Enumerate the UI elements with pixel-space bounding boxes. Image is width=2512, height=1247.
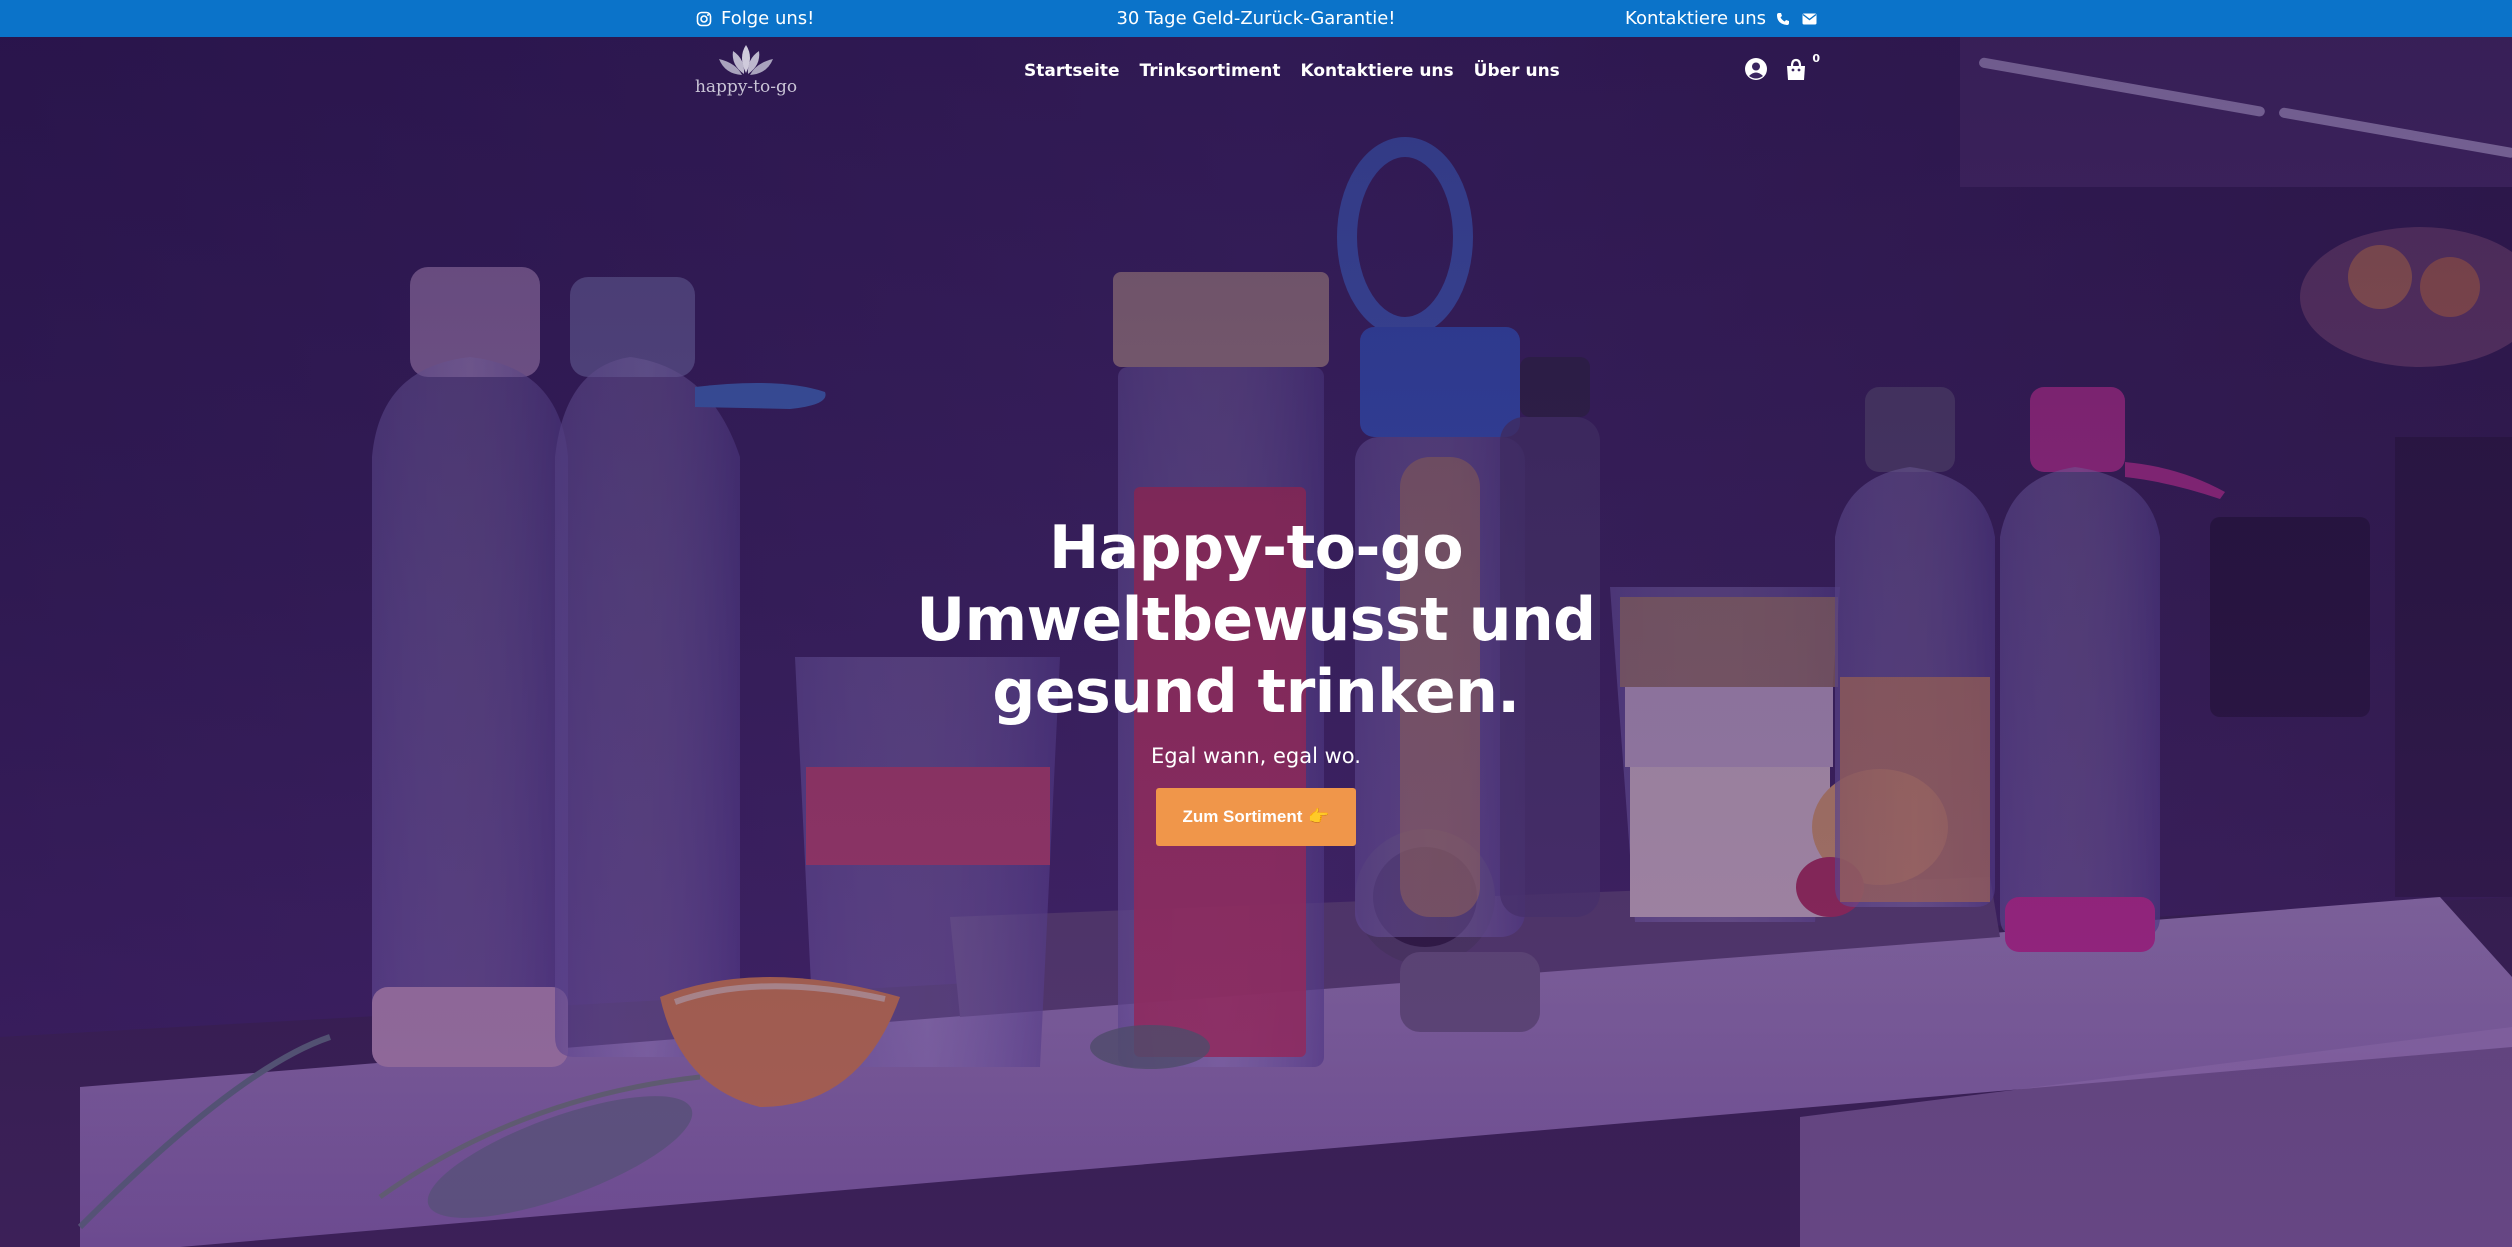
cta-label: Zum Sortiment [1182, 807, 1303, 826]
follow-us-link[interactable]: Folge uns! [695, 0, 814, 37]
guarantee-text: 30 Tage Geld-Zurück-Garantie! [1116, 8, 1396, 29]
lotus-logo-icon [719, 45, 773, 75]
mail-icon[interactable] [1800, 10, 1818, 28]
phone-icon[interactable] [1774, 10, 1792, 28]
nav-item-startseite[interactable]: Startseite [1024, 61, 1119, 81]
pointing-hand-icon: 👉 [1308, 807, 1330, 826]
main-navigation: Startseite Trinksortiment Kontaktiere un… [1024, 61, 1560, 81]
hero-title: Happy-to-go Umweltbewusst und gesund tri… [0, 512, 2512, 728]
hero-subtitle: Egal wann, egal wo. [1151, 744, 1361, 768]
nav-item-trinksortiment[interactable]: Trinksortiment [1139, 61, 1280, 81]
account-icon[interactable] [1744, 57, 1768, 85]
hero-title-line-1: Happy-to-go [1048, 513, 1464, 583]
contact-link[interactable]: Kontaktiere uns [1625, 0, 1818, 37]
cart-button[interactable]: 0 [1784, 52, 1820, 84]
guarantee-link[interactable]: 30 Tage Geld-Zurück-Garantie! [0, 0, 2512, 37]
hero-title-line-3: gesund trinken. [992, 657, 1520, 727]
announcement-bar: 30 Tage Geld-Zurück-Garantie! Folge uns!… [0, 0, 2512, 37]
header-actions: 0 [1744, 52, 1820, 85]
nav-item-kontaktiere-uns[interactable]: Kontaktiere uns [1300, 61, 1453, 81]
logo-text: happy-to-go [694, 77, 798, 97]
contact-label: Kontaktiere uns [1625, 8, 1766, 29]
instagram-icon [695, 10, 713, 28]
site-header: happy-to-go Startseite Trinksortiment Ko… [0, 37, 2512, 107]
site-logo[interactable]: happy-to-go [690, 43, 802, 103]
shopping-bag-icon [1787, 58, 1805, 80]
hero-content: Happy-to-go Umweltbewusst und gesund tri… [0, 512, 2512, 846]
follow-us-label: Folge uns! [721, 8, 815, 29]
shop-assortment-button[interactable]: Zum Sortiment 👉 [1156, 788, 1356, 846]
cart-count-badge: 0 [1812, 52, 1820, 65]
hero-title-line-2: Umweltbewusst und [916, 585, 1596, 655]
nav-item-ueber-uns[interactable]: Über uns [1474, 61, 1560, 81]
